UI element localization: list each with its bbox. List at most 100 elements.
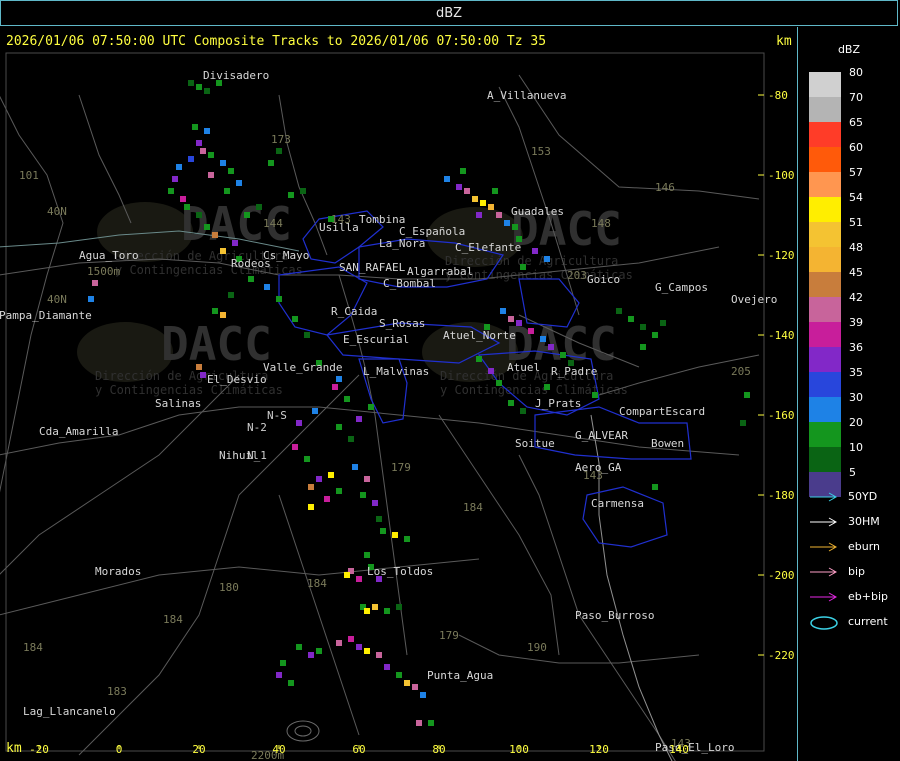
place-label-29: CompartEscard <box>619 405 705 418</box>
storm-cell-14 <box>168 188 174 194</box>
storm-cell-7 <box>200 148 206 154</box>
storm-cell-50 <box>356 416 362 422</box>
color-scale-box-54 <box>809 197 841 222</box>
storm-cell-134 <box>616 308 622 314</box>
storm-cell-53 <box>304 456 310 462</box>
storm-cell-117 <box>540 336 546 342</box>
storm-cell-71 <box>356 576 362 582</box>
road-label-11: 184 <box>463 501 483 514</box>
place-label-31: G_ALVEAR <box>575 429 628 442</box>
place-label-32: Soitue <box>515 437 555 450</box>
color-scale-label-20: 20 <box>849 416 863 429</box>
place-label-20: E_Escurial <box>343 333 409 346</box>
storm-cell-114 <box>508 316 514 322</box>
storm-cell-84 <box>356 644 362 650</box>
road-label-1: 146 <box>655 181 675 194</box>
storm-cell-51 <box>368 404 374 410</box>
color-scale-label-35: 35 <box>849 366 863 379</box>
radar-map[interactable]: DACCDirección de Agriculturay Contingenc… <box>0 27 798 761</box>
place-label-5: La_Nora <box>379 237 425 250</box>
place-label-4: Usilla <box>319 221 359 234</box>
storm-cell-27 <box>256 204 262 210</box>
road-label-12: 180 <box>219 581 239 594</box>
storm-cell-39 <box>200 372 206 378</box>
storm-cell-102 <box>488 204 494 210</box>
storm-cell-129 <box>628 316 634 322</box>
road-label-3: 148 <box>591 217 611 230</box>
storm-cell-48 <box>336 424 342 430</box>
color-scale-label-80: 80 <box>849 66 863 79</box>
color-scale-label-42: 42 <box>849 291 863 304</box>
road-label-9: 144 <box>263 217 283 230</box>
storm-cell-33 <box>220 312 226 318</box>
road-7 <box>0 374 240 575</box>
place-label-34: Nihuil <box>219 449 259 462</box>
place-label-7: C_Elefante <box>455 241 521 254</box>
road-label-14: 184 <box>163 613 183 626</box>
road-label-13: 184 <box>307 577 327 590</box>
place-label-33: Bowen <box>651 437 684 450</box>
radar-map-panel[interactable]: DACC Dirección de Agricultura y Contingenc… <box>0 27 798 761</box>
storm-cell-30 <box>268 160 274 166</box>
storm-cell-139 <box>88 296 94 302</box>
storm-cell-17 <box>208 172 214 178</box>
storm-cell-66 <box>392 532 398 538</box>
ellipse-icon <box>810 616 838 630</box>
storm-cell-103 <box>496 212 502 218</box>
window-title: dBZ <box>435 6 463 21</box>
storm-cell-28 <box>288 192 294 198</box>
track-legend-label: current <box>848 615 888 628</box>
km-label-bottom: km <box>6 741 22 756</box>
district-border-7 <box>582 486 668 548</box>
storm-cell-64 <box>376 516 382 522</box>
storm-cell-60 <box>352 464 358 470</box>
place-label-41: Lag_Llancanelo <box>23 705 116 718</box>
color-scale-box-57 <box>809 172 841 197</box>
y-tick-label-5: -180 <box>768 489 795 502</box>
storm-cell-70 <box>344 572 350 578</box>
storm-cell-99 <box>464 188 470 194</box>
road-16 <box>458 634 700 664</box>
storm-cell-26 <box>244 212 250 218</box>
storm-cell-54 <box>316 476 322 482</box>
storm-cell-65 <box>380 528 386 534</box>
storm-cell-9 <box>208 152 214 158</box>
storm-cell-29 <box>300 188 306 194</box>
y-tick-label-6: -200 <box>768 569 795 582</box>
storm-cell-25 <box>220 248 226 254</box>
storm-cell-40 <box>292 316 298 322</box>
x-tick-label-1: 0 <box>116 743 123 756</box>
storm-cell-0 <box>188 80 194 86</box>
place-label-8: Agua_Toro <box>79 249 139 262</box>
storm-cell-78 <box>396 604 402 610</box>
place-label-24: Atuel <box>507 361 540 374</box>
track-legend-current: current <box>809 615 899 631</box>
track-legend-item: bip <box>809 565 899 581</box>
color-scale-box-48 <box>809 247 841 272</box>
color-scale-box-36 <box>809 347 841 372</box>
elevation-contour-inner <box>294 725 312 737</box>
road-label-15: 179 <box>439 629 459 642</box>
color-scale-label-54: 54 <box>849 191 863 204</box>
place-label-38: Morados <box>95 565 141 578</box>
road-label-5: 40N <box>47 205 67 218</box>
storm-cell-5 <box>204 128 210 134</box>
color-scale-box-51 <box>809 222 841 247</box>
legend-panel: dBZ 80 70 65 60 57 54 51 48 45 42 39 36 35 30 20 10 5 50… <box>799 27 900 761</box>
storm-cell-22 <box>212 232 218 238</box>
track-legend-item: 30HM <box>809 515 899 531</box>
storm-cell-57 <box>336 488 342 494</box>
storm-cell-97 <box>444 176 450 182</box>
y-tick-label-3: -140 <box>768 329 795 342</box>
color-scale-label-65: 65 <box>849 116 863 129</box>
storm-cell-56 <box>328 472 334 478</box>
storm-cell-108 <box>492 188 498 194</box>
road-15 <box>278 494 360 736</box>
storm-cell-101 <box>480 200 486 206</box>
storm-cell-135 <box>652 484 658 490</box>
place-label-26: El_Desvio <box>207 373 267 386</box>
storm-cell-15 <box>180 196 186 202</box>
color-scale-box-39 <box>809 322 841 347</box>
track-legend-label: bip <box>848 565 866 578</box>
storm-cell-137 <box>740 420 746 426</box>
